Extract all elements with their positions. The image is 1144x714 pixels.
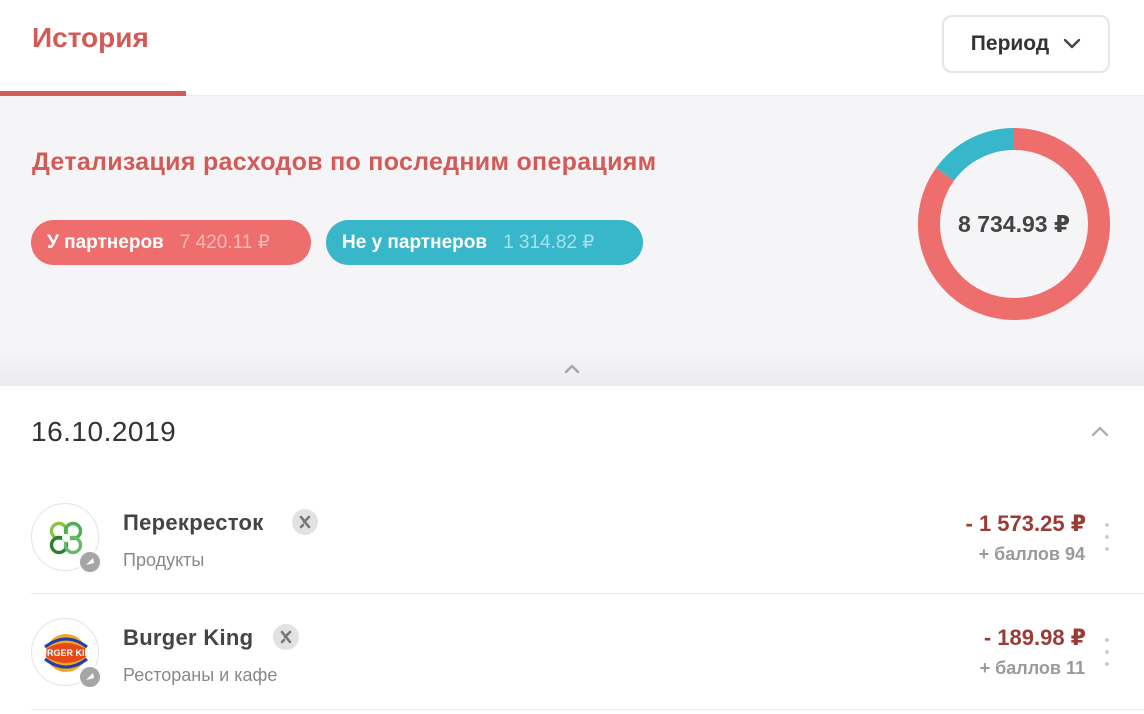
transaction-amount: - 189.98 ₽ [983, 625, 1086, 650]
transaction-row[interactable]: Перекресток Продукты - 1 573.25 ₽ + балл… [31, 478, 1144, 594]
more-options-icon[interactable] [1104, 638, 1110, 666]
date-heading: 16.10.2019 [31, 416, 177, 447]
perekrestok-logo-icon [31, 503, 102, 574]
transaction-category: Рестораны и кафе [123, 665, 278, 685]
partners-filter-pill[interactable]: У партнеров 7 420.11 ₽ [31, 220, 311, 265]
chevron-up-icon[interactable] [1090, 424, 1110, 438]
chevron-up-icon[interactable] [563, 362, 581, 376]
non-partners-filter-pill[interactable]: Не у партнеров 1 314.82 ₽ [326, 220, 643, 265]
tab-history[interactable]: История [32, 22, 149, 54]
merchant-name: Burger King [123, 625, 254, 650]
collapse-bar[interactable] [0, 354, 1144, 386]
burger-king-logo-icon: BURGER KING [31, 618, 102, 689]
partners-label: У партнеров [47, 231, 164, 253]
bonus-points: + баллов 11 [979, 658, 1085, 678]
non-partners-label: Не у партнеров [342, 231, 488, 253]
donut-total: 8 734.93 ₽ [958, 210, 1070, 237]
partners-amount: 7 420.11 ₽ [179, 232, 270, 253]
transaction-category: Продукты [123, 550, 205, 570]
non-partners-amount: 1 314.82 ₽ [503, 232, 595, 253]
header: История Период [0, 0, 1144, 96]
transaction-amount: - 1 573.25 ₽ [965, 511, 1087, 536]
cashback-icon [292, 509, 318, 535]
cashback-icon [273, 624, 299, 650]
category-badge-icon [78, 550, 102, 574]
more-options-icon[interactable] [1104, 523, 1110, 551]
chevron-down-icon [1064, 38, 1081, 49]
period-button[interactable]: Период [942, 15, 1110, 73]
summary-title: Детализация расходов по последним операц… [32, 148, 657, 176]
bonus-points: + баллов 94 [978, 544, 1085, 564]
svg-text:BURGER KING: BURGER KING [34, 648, 98, 658]
spending-summary: Детализация расходов по последним операц… [0, 96, 1144, 354]
period-label: Период [970, 32, 1050, 55]
merchant-name: Перекресток [123, 510, 264, 535]
category-badge-icon [78, 665, 102, 689]
transaction-row[interactable]: BURGER KING Burger King Рестораны и кафе… [31, 594, 1144, 710]
